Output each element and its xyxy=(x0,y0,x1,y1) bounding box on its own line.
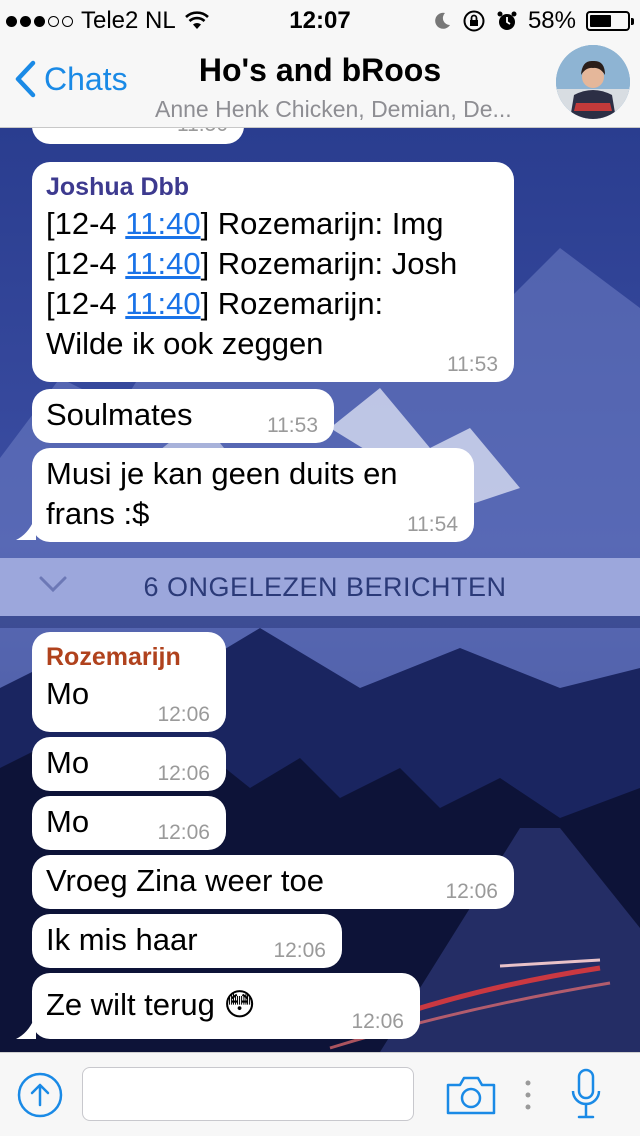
message-bubble[interactable]: Joshua Dbb [12-4 11:40] Rozemarijn: Img … xyxy=(32,162,514,382)
chat-title[interactable]: Ho's and bRoos xyxy=(150,52,490,89)
message-input[interactable] xyxy=(82,1067,414,1121)
message-bubble[interactable]: Musi je kan geen duits en frans :$ 11:54 xyxy=(32,448,474,542)
message-composer xyxy=(0,1052,640,1136)
message-sender: Joshua Dbb xyxy=(46,173,190,201)
message-bubble[interactable]: Soulmates 11:53 xyxy=(32,389,334,443)
upload-arrow-icon[interactable] xyxy=(16,1071,64,1119)
back-label: Chats xyxy=(44,60,128,97)
message-bubble[interactable]: Mo 12:06 xyxy=(32,796,226,850)
moon-icon xyxy=(435,12,450,29)
message-line: [12-4 11:40] Rozemarijn: Josh xyxy=(46,246,458,281)
alarm-icon xyxy=(497,11,517,30)
bubble-tail xyxy=(16,1015,36,1039)
message-time: 12:06 xyxy=(157,703,210,726)
message-text: Vroeg Zina weer toe xyxy=(46,863,325,898)
message-sender: Rozemarijn xyxy=(46,643,181,671)
message-time: 12:06 xyxy=(351,1010,404,1033)
battery-icon xyxy=(586,11,634,31)
rotation-lock-icon xyxy=(463,10,485,32)
chat-members[interactable]: Anne Henk Chicken, Demian, De... xyxy=(155,96,545,123)
message-time: 11:53 xyxy=(267,414,318,437)
time-link[interactable]: 11:40 xyxy=(125,206,200,241)
time-link[interactable]: 11:40 xyxy=(125,246,200,281)
message-time: 11:50 xyxy=(177,128,228,136)
message-time: 12:06 xyxy=(273,939,326,962)
message-line: Wilde ik ook zeggen xyxy=(46,326,324,361)
message-bubble[interactable]: Mo 12:06 xyxy=(32,737,226,791)
chevron-left-icon xyxy=(15,60,36,98)
message-line: [12-4 11:40] Rozemarijn: Img xyxy=(46,206,444,241)
message-time: 12:06 xyxy=(157,821,210,844)
battery-percentage: 58% xyxy=(527,7,576,34)
time-link[interactable]: 11:40 xyxy=(125,286,200,321)
camera-icon[interactable] xyxy=(444,1073,498,1117)
unread-messages-label: 6 ONGELEZEN BERICHTEN xyxy=(143,572,507,602)
message-bubble[interactable]: 11:50 xyxy=(32,128,244,144)
unread-messages-divider[interactable]: 6 ONGELEZEN BERICHTEN xyxy=(0,558,640,616)
bubble-tail xyxy=(16,516,36,540)
back-button[interactable]: Chats xyxy=(14,60,128,98)
flushed-face-emoji: 😳 xyxy=(223,987,256,1022)
more-dots-icon[interactable] xyxy=(518,1075,538,1115)
message-time: 12:06 xyxy=(157,762,210,785)
message-bubble[interactable]: Vroeg Zina weer toe 12:06 xyxy=(32,855,514,909)
message-text: Musi je kan geen duits en xyxy=(46,456,398,491)
status-bar: Tele2 NL 12:07 58% xyxy=(0,0,640,40)
microphone-icon[interactable] xyxy=(568,1067,604,1123)
message-bubble[interactable]: Ik mis haar 12:06 xyxy=(32,914,342,968)
message-bubble[interactable]: Rozemarijn Mo 12:06 xyxy=(32,632,226,732)
group-avatar[interactable] xyxy=(556,45,630,119)
message-time: 12:06 xyxy=(445,880,498,903)
message-list[interactable]: 11:50 Joshua Dbb [12-4 11:40] Rozemarijn… xyxy=(0,128,640,1052)
chat-header: Chats Ho's and bRoos Anne Henk Chicken, … xyxy=(0,40,640,128)
message-time: 11:54 xyxy=(407,513,458,536)
message-time: 11:53 xyxy=(447,353,498,376)
message-line: [12-4 11:40] Rozemarijn: xyxy=(46,286,384,321)
message-text: frans :$ xyxy=(46,496,150,531)
message-bubble[interactable]: Ze wilt terug 😳 12:06 xyxy=(32,973,420,1039)
